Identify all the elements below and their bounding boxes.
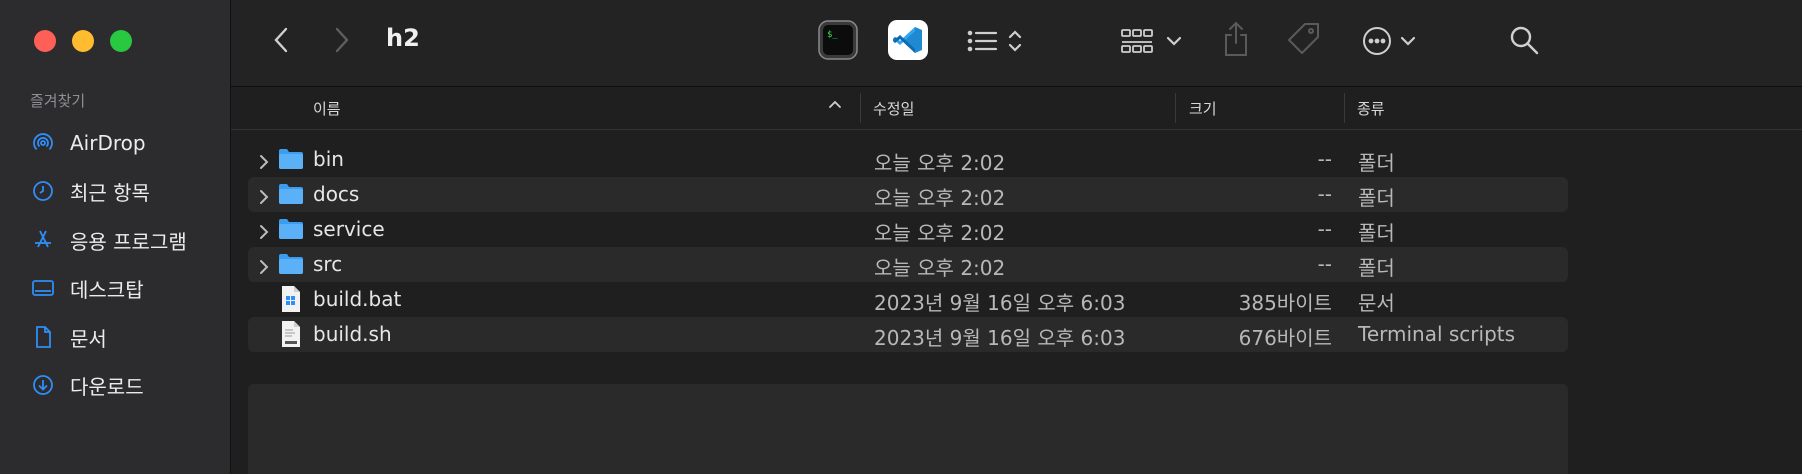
shell-file-icon <box>281 320 301 353</box>
download-icon <box>30 372 56 398</box>
desktop-icon <box>30 275 56 301</box>
empty-list-area <box>248 384 1568 474</box>
file-row-docs[interactable]: docs 오늘 오후 2:02 -- 폴더 <box>248 177 1568 212</box>
file-size: -- <box>1317 182 1332 206</box>
file-size: -- <box>1317 217 1332 241</box>
group-view-button[interactable] <box>1120 26 1188 56</box>
applications-icon <box>30 227 56 253</box>
sidebar-item-downloads[interactable]: 다운로드 <box>30 370 144 400</box>
sidebar-item-documents[interactable]: 문서 <box>30 322 107 352</box>
back-chevron-icon <box>274 27 288 53</box>
sidebar-item-label: 최근 항목 <box>70 180 150 205</box>
column-header-name[interactable]: 이름 <box>313 98 341 119</box>
file-name: service <box>313 217 385 241</box>
sidebar: 즐겨찾기 AirDrop 최근 항목 응용 프로그램 데스크탑 문서 다운로드 <box>0 0 231 474</box>
file-size: 676바이트 <box>1238 326 1332 350</box>
file-size: -- <box>1317 252 1332 276</box>
disclosure-chevron-icon[interactable] <box>258 186 270 210</box>
folder-icon <box>278 147 304 176</box>
column-header-kind[interactable]: 종류 <box>1357 98 1385 119</box>
sidebar-item-label: 문서 <box>70 326 107 351</box>
disclosure-chevron-icon[interactable] <box>258 151 270 175</box>
file-name: build.sh <box>313 322 392 346</box>
disclosure-chevron-icon[interactable] <box>258 221 270 245</box>
minimize-window-button[interactable] <box>72 30 94 52</box>
vscode-app-button[interactable] <box>888 20 928 60</box>
list-view-icon <box>967 30 1022 52</box>
grid-view-icon <box>1121 29 1182 53</box>
airdrop-icon <box>30 130 56 156</box>
vscode-app-icon <box>888 20 928 60</box>
folder-icon <box>278 182 304 211</box>
file-date: 2023년 9월 16일 오후 6:03 <box>874 326 1126 350</box>
sidebar-item-applications[interactable]: 응용 프로그램 <box>30 225 187 255</box>
search-icon <box>1510 26 1539 55</box>
file-size: -- <box>1317 147 1332 171</box>
back-button[interactable] <box>269 25 293 55</box>
clock-icon <box>30 178 56 204</box>
column-header-modified[interactable]: 수정일 <box>873 98 914 119</box>
forward-button[interactable] <box>330 25 354 55</box>
svg-text:$_: $_ <box>827 30 838 40</box>
zoom-window-button[interactable] <box>110 30 132 52</box>
share-button[interactable] <box>1221 20 1251 58</box>
terminal-app-icon: $_ <box>818 20 858 60</box>
file-row-bin[interactable]: bin 오늘 오후 2:02 -- 폴더 <box>248 142 1568 177</box>
file-kind: 폴더 <box>1358 151 1395 175</box>
file-row-build-sh[interactable]: build.sh 2023년 9월 16일 오후 6:03 676바이트 Ter… <box>248 317 1568 352</box>
file-kind: Terminal scripts <box>1358 322 1516 346</box>
search-button[interactable] <box>1508 24 1540 56</box>
disclosure-chevron-icon[interactable] <box>258 256 270 280</box>
sidebar-item-label: 다운로드 <box>70 374 144 399</box>
window-title: h2 <box>386 24 420 52</box>
tag-button[interactable] <box>1285 20 1323 58</box>
sidebar-item-desktop[interactable]: 데스크탑 <box>30 273 144 303</box>
file-row-src[interactable]: src 오늘 오후 2:02 -- 폴더 <box>248 247 1568 282</box>
list-view-button[interactable] <box>966 26 1026 56</box>
file-date: 오늘 오후 2:02 <box>874 221 1006 245</box>
sidebar-item-recents[interactable]: 최근 항목 <box>30 176 150 206</box>
forward-chevron-icon <box>335 27 349 53</box>
file-size: 385바이트 <box>1238 291 1332 315</box>
file-kind: 폴더 <box>1358 256 1395 280</box>
more-icon <box>1363 27 1416 55</box>
file-kind: 폴더 <box>1358 186 1395 210</box>
folder-icon <box>278 252 304 281</box>
window-controls <box>34 30 132 52</box>
column-separator[interactable] <box>1175 93 1176 123</box>
bat-file-icon <box>281 285 301 318</box>
sidebar-item-airdrop[interactable]: AirDrop <box>30 128 146 158</box>
file-name: docs <box>313 182 360 206</box>
file-list: bin 오늘 오후 2:02 -- 폴더 docs 오늘 오후 2:02 -- … <box>248 142 1568 352</box>
sidebar-section-favorites: 즐겨찾기 <box>30 92 86 110</box>
file-name: build.bat <box>313 287 402 311</box>
column-header: 이름 수정일 크기 종류 <box>231 87 1802 130</box>
tag-icon <box>1288 23 1319 54</box>
sidebar-item-label: 응용 프로그램 <box>70 229 187 254</box>
document-icon <box>30 324 56 350</box>
column-separator[interactable] <box>860 93 861 123</box>
file-row-service[interactable]: service 오늘 오후 2:02 -- 폴더 <box>248 212 1568 247</box>
column-header-size[interactable]: 크기 <box>1189 98 1217 119</box>
file-kind: 문서 <box>1358 291 1395 315</box>
close-window-button[interactable] <box>34 30 56 52</box>
sidebar-item-label: 데스크탑 <box>70 277 144 302</box>
file-date: 2023년 9월 16일 오후 6:03 <box>874 291 1126 315</box>
file-row-build-bat[interactable]: build.bat 2023년 9월 16일 오후 6:03 385바이트 문서 <box>248 282 1568 317</box>
file-date: 오늘 오후 2:02 <box>874 186 1006 210</box>
terminal-app-button[interactable]: $_ <box>818 20 858 60</box>
share-icon <box>1225 21 1247 56</box>
file-date: 오늘 오후 2:02 <box>874 151 1006 175</box>
file-name: src <box>313 252 343 276</box>
sort-ascending-icon[interactable] <box>827 96 843 116</box>
file-date: 오늘 오후 2:02 <box>874 256 1006 280</box>
file-kind: 폴더 <box>1358 221 1395 245</box>
folder-icon <box>278 217 304 246</box>
sidebar-item-label: AirDrop <box>70 131 146 155</box>
file-name: bin <box>313 147 344 171</box>
more-actions-button[interactable] <box>1362 24 1418 58</box>
toolbar: $_ h2 <box>231 0 1802 87</box>
column-separator[interactable] <box>1344 93 1345 123</box>
